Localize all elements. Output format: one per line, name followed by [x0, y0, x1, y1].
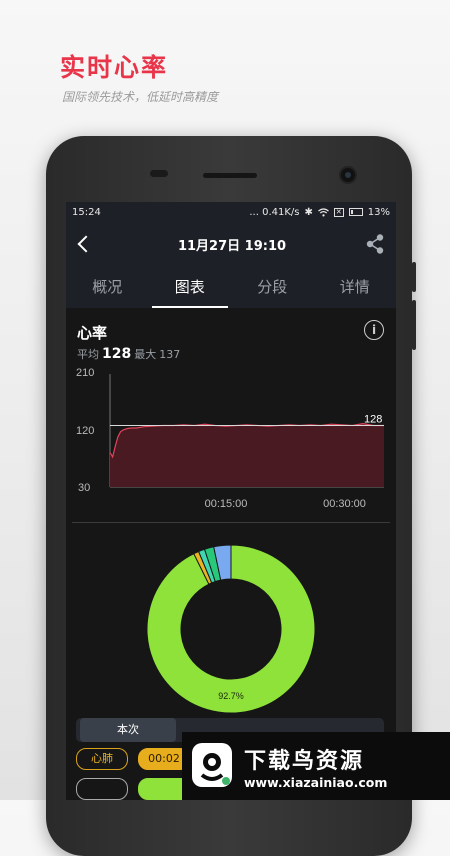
segment-current[interactable]: 本次 [80, 718, 176, 742]
page-title: 11月27日 19:10 [177, 238, 287, 254]
watermark-banner: 下载鸟资源 www.xiazainiao.com [182, 732, 450, 800]
tab-segments[interactable]: 分段 [231, 266, 314, 308]
front-camera [339, 166, 357, 184]
heart-rate-chart: 210 120 30 00:15:00 00:30:00 128 [76, 367, 384, 510]
x-tick-label: 00:15:00 [205, 498, 248, 510]
bluetooth-icon: ✱ [304, 206, 313, 218]
chevron-left-icon [77, 235, 95, 253]
promo-title: 实时心率 [60, 53, 169, 82]
sensor [150, 170, 168, 177]
avg-reference-label: 128 [364, 414, 382, 426]
app-bar: 11月27日 19:10 [66, 222, 396, 266]
heart-rate-area [110, 423, 384, 487]
power-button [412, 300, 416, 350]
donut-slice-label: 92.7% [218, 691, 244, 701]
phone-screen: 15:24 ... 0.41K/s ✱ ✕ 13% 11月27日 19:10 概… [66, 202, 396, 800]
tab-overview[interactable]: 概况 [66, 266, 149, 308]
y-tick-label: 210 [76, 367, 94, 379]
network-speed: ... 0.41K/s [249, 206, 300, 218]
watermark-url: www.xiazainiao.com [244, 774, 388, 790]
tab-details[interactable]: 详情 [314, 266, 397, 308]
y-tick-label: 120 [76, 425, 94, 437]
heart-rate-zone-donut: 92.7% [146, 544, 316, 714]
wifi-icon [318, 207, 329, 216]
volume-button [412, 262, 416, 292]
back-button[interactable] [76, 232, 100, 256]
chart-content: 心率 i 平均 128 最大 137 210 120 30 00:15:00 0… [66, 308, 396, 800]
battery-icon [348, 208, 363, 216]
x-tick-label: 00:30:00 [323, 498, 366, 510]
y-tick-label: 30 [78, 482, 90, 494]
chip-row[interactable] [76, 778, 128, 800]
share-icon[interactable] [364, 233, 386, 255]
tab-bar: 概况 图表 分段 详情 [66, 266, 396, 308]
watermark-text: 下载鸟资源 www.xiazainiao.com [244, 743, 387, 790]
speaker-grille [203, 173, 257, 178]
bird-logo-icon [192, 743, 232, 787]
divider [72, 522, 390, 523]
status-icons: ... 0.41K/s ✱ ✕ 13% [249, 207, 390, 218]
status-bar: 15:24 ... 0.41K/s ✱ ✕ 13% [66, 202, 396, 222]
tab-charts[interactable]: 图表 [149, 266, 232, 308]
chip-cardio[interactable]: 心肺 [76, 748, 128, 770]
watermark-title: 下载鸟资源 [244, 748, 365, 774]
heart-rate-title: 心率 [77, 324, 108, 342]
sim-icon: ✕ [333, 207, 344, 217]
promo-subtitle: 国际领先技术，低延时高精度 [62, 90, 219, 104]
battery-percent: 13% [367, 206, 390, 218]
status-time: 15:24 [72, 206, 101, 218]
info-icon[interactable]: i [364, 320, 384, 340]
